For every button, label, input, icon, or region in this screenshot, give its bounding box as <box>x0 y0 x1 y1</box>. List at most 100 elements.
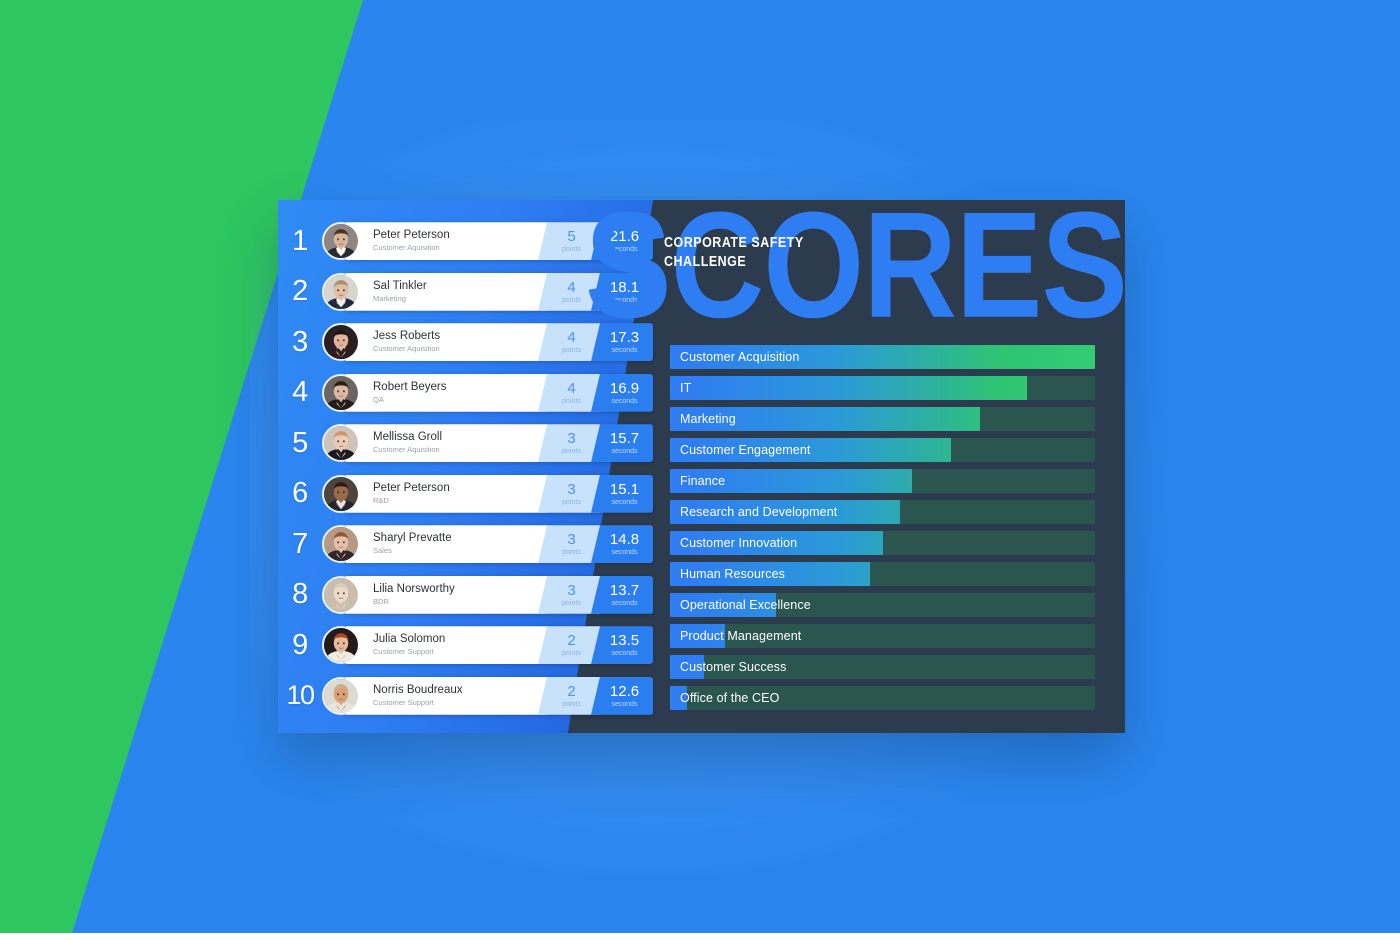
points-label: points <box>562 600 581 607</box>
player-name: Sharyl Prevatte <box>373 532 547 545</box>
player-info: Sal Tinkler Marketing <box>346 273 547 311</box>
score-bar: Lilia Norsworthy BDR 3 points 13.7 secon… <box>346 576 653 614</box>
player-info: Sharyl Prevatte Sales <box>346 525 547 563</box>
avatar <box>322 576 360 614</box>
department-label: Product Management <box>680 624 801 648</box>
subtitle-line-2: CHALLENGE <box>664 253 804 272</box>
points-label: points <box>562 448 581 455</box>
subtitle: CORPORATE SAFETY CHALLENGE <box>664 234 804 272</box>
seconds-value: 12.6 <box>610 684 639 699</box>
rank-number: 6 <box>278 479 322 508</box>
rank-number: 4 <box>278 378 322 407</box>
points-value: 3 <box>567 532 575 547</box>
department-bar-row[interactable]: Customer Innovation <box>670 531 1095 555</box>
avatar <box>322 374 360 412</box>
department-label: Human Resources <box>680 562 785 586</box>
player-info: Robert Beyers QA <box>346 374 547 412</box>
rank-number: 2 <box>278 277 322 306</box>
points-value: 3 <box>567 583 575 598</box>
player-name: Robert Beyers <box>373 381 547 394</box>
department-label: Customer Innovation <box>680 531 797 555</box>
leaderboard-row[interactable]: 6 Peter Peterson R&D 3 points 15.1 secon… <box>278 469 653 520</box>
avatar <box>322 677 360 715</box>
points-label: points <box>562 499 581 506</box>
seconds-value: 13.5 <box>610 633 639 648</box>
department-bar-row[interactable]: Marketing <box>670 407 1095 431</box>
score-bar: Robert Beyers QA 4 points 16.9 seconds <box>346 374 653 412</box>
score-bar: Sharyl Prevatte Sales 3 points 14.8 seco… <box>346 525 653 563</box>
department-label: IT <box>680 376 691 400</box>
seconds-value: 15.1 <box>610 482 639 497</box>
department-bar-row[interactable]: Operational Excellence <box>670 593 1095 617</box>
leaderboard-row[interactable]: 8 Lilia Norsworthy BDR 3 points 13.7 sec… <box>278 570 653 621</box>
player-info: Peter Peterson Customer Aquisition <box>346 222 547 260</box>
score-bar: Mellissa Groll Customer Aquisition 3 poi… <box>346 424 653 462</box>
points-cell: 2 points <box>538 677 600 715</box>
department-bar-row[interactable]: Research and Development <box>670 500 1095 524</box>
player-info: Jess Roberts Customer Aquisition <box>346 323 547 361</box>
leaderboard-row[interactable]: 9 Julia Solomon Customer Support 2 point… <box>278 620 653 671</box>
leaderboard-row[interactable]: 7 Sharyl Prevatte Sales 3 points 14.8 se… <box>278 519 653 570</box>
points-cell: 3 points <box>538 475 600 513</box>
points-label: points <box>562 650 581 657</box>
department-bar-row[interactable]: IT <box>670 376 1095 400</box>
seconds-value: 14.8 <box>610 532 639 547</box>
avatar <box>322 626 360 664</box>
player-info: Norris Boudreaux Customer Support <box>346 677 547 715</box>
player-name: Mellissa Groll <box>373 431 547 444</box>
points-label: points <box>562 701 581 708</box>
avatar <box>322 525 360 563</box>
seconds-label: seconds <box>611 398 637 405</box>
player-name: Lilia Norsworthy <box>373 583 547 596</box>
department-bar-row[interactable]: Customer Engagement <box>670 438 1095 462</box>
seconds-cell: 13.5 seconds <box>591 626 653 664</box>
department-bar-row[interactable]: Customer Acquisition <box>670 345 1095 369</box>
player-info: Julia Solomon Customer Support <box>346 626 547 664</box>
department-bar-row[interactable]: Office of the CEO <box>670 686 1095 710</box>
seconds-label: seconds <box>611 701 637 708</box>
rank-number: 3 <box>278 328 322 357</box>
points-cell: 3 points <box>538 424 600 462</box>
seconds-cell: 12.6 seconds <box>591 677 653 715</box>
seconds-value: 16.9 <box>610 381 639 396</box>
points-value: 5 <box>567 229 575 244</box>
rank-number: 7 <box>278 530 322 559</box>
avatar <box>322 424 360 462</box>
player-department: Marketing <box>373 294 547 304</box>
rank-number: 10 <box>278 682 322 709</box>
player-department: QA <box>373 395 547 405</box>
player-info: Mellissa Groll Customer Aquisition <box>346 424 547 462</box>
leaderboard-row[interactable]: 10 Norris Boudreaux Customer Support 2 p… <box>278 671 653 722</box>
seconds-cell: 14.8 seconds <box>591 525 653 563</box>
avatar <box>322 222 360 260</box>
rank-number: 8 <box>278 580 322 609</box>
leaderboard-row[interactable]: 4 Robert Beyers QA 4 points 16.9 seconds <box>278 368 653 419</box>
department-bar-chart: Customer Acquisition IT Marketing Custom… <box>670 345 1095 710</box>
points-cell: 4 points <box>538 374 600 412</box>
points-label: points <box>562 347 581 354</box>
seconds-cell: 15.7 seconds <box>591 424 653 462</box>
points-cell: 2 points <box>538 626 600 664</box>
department-label: Customer Success <box>680 655 787 679</box>
seconds-label: seconds <box>611 448 637 455</box>
department-bar-row[interactable]: Finance <box>670 469 1095 493</box>
department-label: Customer Engagement <box>680 438 810 462</box>
player-department: Customer Aquisition <box>373 344 547 354</box>
points-value: 4 <box>567 330 575 345</box>
seconds-label: seconds <box>611 549 637 556</box>
points-cell: 3 points <box>538 576 600 614</box>
department-bar-row[interactable]: Human Resources <box>670 562 1095 586</box>
seconds-cell: 15.1 seconds <box>591 475 653 513</box>
points-value: 2 <box>567 633 575 648</box>
player-department: Customer Aquisition <box>373 243 547 253</box>
rank-number: 5 <box>278 429 322 458</box>
department-bar-row[interactable]: Product Management <box>670 624 1095 648</box>
leaderboard-row[interactable]: 5 Mellissa Groll Customer Aquisition 3 p… <box>278 418 653 469</box>
player-department: Customer Aquisition <box>373 445 547 455</box>
department-bar-row[interactable]: Customer Success <box>670 655 1095 679</box>
department-label: Operational Excellence <box>680 593 811 617</box>
player-name: Norris Boudreaux <box>373 684 547 697</box>
points-value: 4 <box>567 381 575 396</box>
department-label: Office of the CEO <box>680 686 779 710</box>
title-block: SCORES CORPORATE SAFETY CHALLENGE <box>676 200 1125 328</box>
